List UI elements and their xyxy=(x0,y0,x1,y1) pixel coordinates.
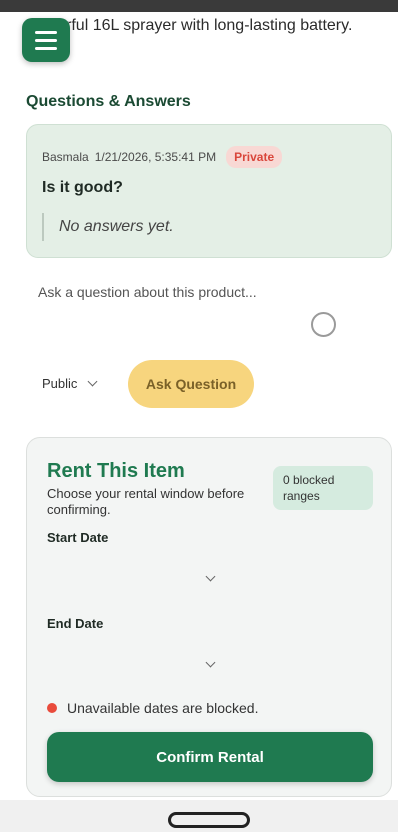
question-meta: Basmala 1/21/2026, 5:35:41 PM Private xyxy=(42,146,283,168)
loading-ring-icon xyxy=(311,312,336,337)
unavailable-note-text: Unavailable dates are blocked. xyxy=(67,700,259,716)
private-badge: Private xyxy=(226,146,283,168)
start-date-select[interactable] xyxy=(47,564,373,592)
rental-title: Rent This Item xyxy=(47,460,185,482)
end-date-label: End Date xyxy=(47,616,104,631)
ask-question-input[interactable] xyxy=(26,276,392,346)
chevron-down-icon xyxy=(205,571,215,581)
question-card: Basmala 1/21/2026, 5:35:41 PM Private Is… xyxy=(26,124,392,258)
chevron-down-icon xyxy=(205,657,215,667)
product-description: Powerful 16L sprayer with long-lasting b… xyxy=(26,17,353,34)
unavailable-note: Unavailable dates are blocked. xyxy=(47,700,258,716)
visibility-select[interactable]: Public xyxy=(42,370,118,396)
menu-button[interactable] xyxy=(22,18,70,62)
answer-placeholder: No answers yet. xyxy=(42,213,174,241)
status-bar xyxy=(0,0,398,12)
visibility-value: Public xyxy=(42,375,78,391)
home-indicator[interactable] xyxy=(168,812,250,828)
ask-question-button[interactable]: Ask Question xyxy=(128,360,254,408)
confirm-rental-button[interactable]: Confirm Rental xyxy=(47,732,373,782)
system-nav-bar xyxy=(0,800,398,832)
start-date-label: Start Date xyxy=(47,530,109,545)
qa-heading: Questions & Answers xyxy=(26,93,191,110)
rental-card: Rent This Item Choose your rental window… xyxy=(26,437,392,797)
red-dot-icon xyxy=(47,703,57,713)
end-date-select[interactable] xyxy=(47,650,373,678)
question-author: Basmala xyxy=(42,150,89,164)
blocked-ranges-badge: 0 blocked ranges xyxy=(273,466,373,510)
hamburger-icon xyxy=(35,46,57,50)
rental-subtitle: Choose your rental window before confirm… xyxy=(47,486,245,517)
question-timestamp: 1/21/2026, 5:35:41 PM xyxy=(94,150,217,164)
hamburger-icon xyxy=(35,30,57,34)
chevron-down-icon xyxy=(87,376,98,386)
hamburger-icon xyxy=(35,38,57,42)
question-text: Is it good? xyxy=(42,179,123,196)
